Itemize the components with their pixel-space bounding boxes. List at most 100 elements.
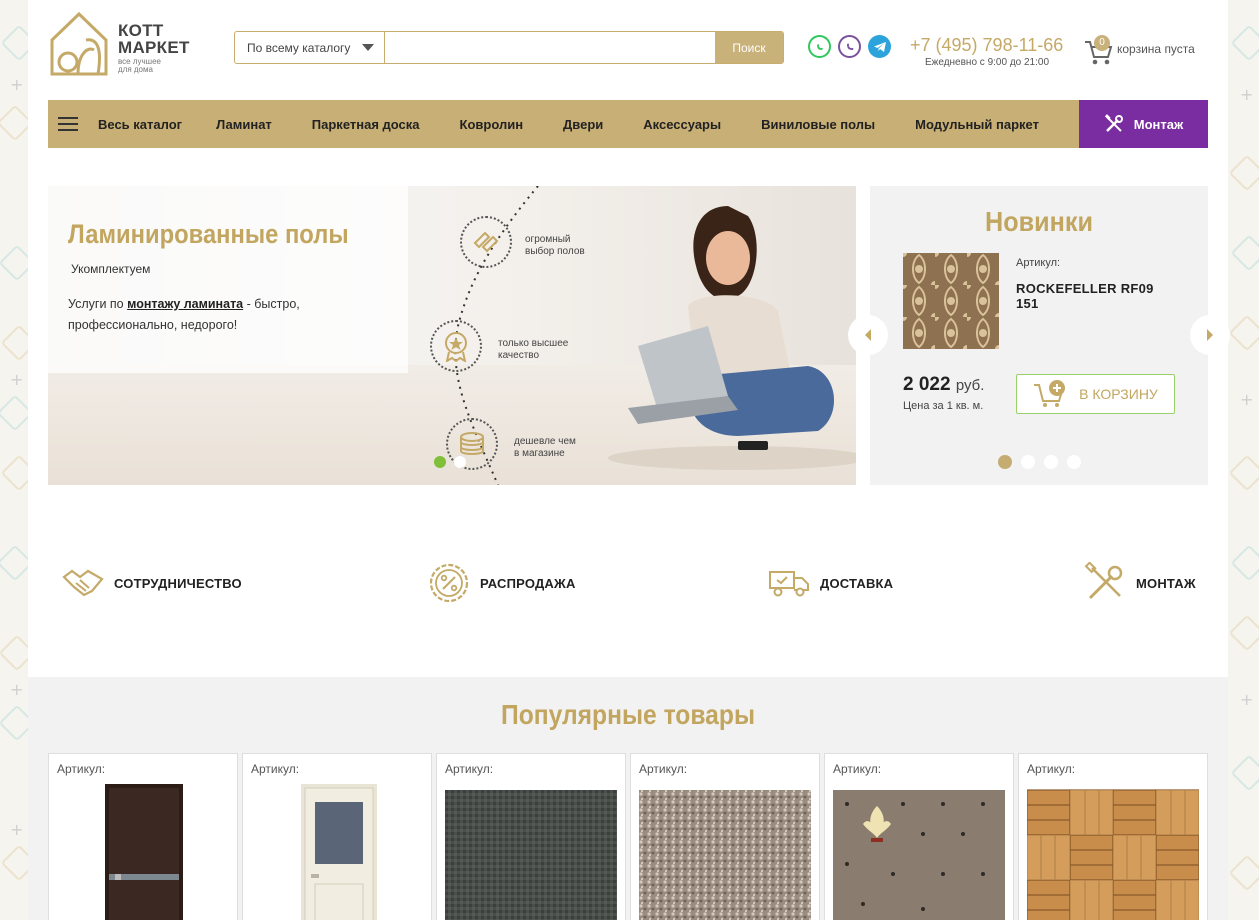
- main-nav: Весь каталог Ламинат Паркетная доска Ков…: [48, 100, 1208, 148]
- handshake-icon: [62, 569, 104, 597]
- nav-item-carpet[interactable]: Ковролин: [460, 117, 524, 132]
- banner-pagination: [434, 456, 466, 468]
- working-hours: Ежедневно с 9:00 до 21:00: [925, 57, 1050, 68]
- phone-number[interactable]: +7 (495) 798-11-66: [910, 35, 1070, 56]
- banner-dot-1[interactable]: [434, 456, 446, 468]
- nav-item-vinyl[interactable]: Виниловые полы: [761, 117, 875, 132]
- add-to-cart-label: В КОРЗИНУ: [1079, 386, 1158, 402]
- slider-prev-button[interactable]: [848, 315, 888, 355]
- add-to-cart-button[interactable]: В КОРЗИНУ: [1016, 374, 1175, 414]
- product-card[interactable]: Артикул:: [242, 753, 432, 920]
- logo-title: КОТТ МАРКЕТ: [118, 21, 190, 57]
- product-price: 2 022 руб.: [903, 374, 985, 395]
- popular-products-title: Популярные товары: [500, 699, 755, 730]
- beige-carpet-image: [639, 790, 811, 920]
- nav-mount-button[interactable]: Монтаж: [1079, 100, 1208, 148]
- nov-dot-3[interactable]: [1044, 455, 1058, 469]
- nov-dot-4[interactable]: [1067, 455, 1081, 469]
- new-arrivals-title: Новинки: [985, 206, 1093, 237]
- search-bar: По всему каталогу Поиск: [234, 31, 784, 64]
- cart-status: корзина пуста: [1117, 42, 1195, 56]
- nav-item-parquet[interactable]: Паркетная доска: [312, 117, 420, 132]
- carpet-product-image[interactable]: [903, 253, 999, 349]
- article-label: Артикул:: [1016, 257, 1061, 269]
- telegram-icon[interactable]: [868, 35, 891, 58]
- cart-widget[interactable]: 0 корзина пуста: [1084, 35, 1214, 65]
- feature-choice: огромный выбор полов: [430, 216, 600, 276]
- promo-banner[interactable]: Ламинированные полы Укомплектуем Услуги …: [48, 186, 856, 485]
- banner-features: огромный выбор полов только высшее качеств…: [430, 216, 600, 485]
- slider-next-button[interactable]: [1190, 315, 1230, 355]
- add-to-cart-icon: [1034, 380, 1066, 407]
- product-card[interactable]: Артикул:: [630, 753, 820, 920]
- popular-products-section: Популярные товары Артикул: Артикул: Арти…: [28, 677, 1228, 920]
- medal-icon: [445, 332, 467, 362]
- header: КОТТ МАРКЕТ все лучшее для дома По всему…: [28, 0, 1228, 100]
- light-door-image: [251, 784, 423, 920]
- nov-dot-2[interactable]: [1021, 455, 1035, 469]
- coins-icon: [460, 432, 484, 455]
- service-mount-label: МОНТАЖ: [1136, 575, 1196, 591]
- product-card[interactable]: Артикул:: [824, 753, 1014, 920]
- left-decor-pattern: + + + +: [0, 0, 30, 920]
- menu-burger-icon[interactable]: [58, 117, 78, 131]
- caret-down-icon: [362, 44, 374, 51]
- mount-laminate-link[interactable]: монтажу ламината: [127, 297, 243, 311]
- chevron-left-icon: [865, 329, 871, 341]
- truck-icon: [769, 571, 809, 597]
- services-row: СОТРУДНИЧЕСТВО РАСПРОДАЖА ДОСТАВКА МОНТА…: [28, 560, 1228, 610]
- product-card[interactable]: Артикул:: [436, 753, 626, 920]
- search-input[interactable]: [385, 32, 715, 63]
- nav-item-modular-parquet[interactable]: Модульный паркет: [915, 117, 1039, 132]
- cart-count-badge: 0: [1094, 35, 1110, 51]
- chevron-right-icon: [1207, 329, 1213, 341]
- banner-dot-2[interactable]: [454, 456, 466, 468]
- percent-badge-icon: [429, 563, 469, 603]
- parquet-icon: [473, 231, 499, 253]
- page: КОТТ МАРКЕТ все лучшее для дома По всему…: [28, 0, 1230, 920]
- logo-tagline: все лучшее для дома: [118, 57, 161, 74]
- banner-description: Услуги по монтажу ламината - быстро, про…: [68, 297, 300, 332]
- nav-item-catalog[interactable]: Весь каталог: [98, 117, 182, 132]
- product-article-label: Артикул:: [639, 762, 688, 776]
- tools-icon: [1084, 562, 1123, 600]
- house-logo-icon: [50, 11, 108, 76]
- search-button[interactable]: Поиск: [715, 32, 783, 63]
- nov-dot-1[interactable]: [998, 455, 1012, 469]
- patterned-carpet-image: [833, 790, 1005, 920]
- service-delivery-label: ДОСТАВКА: [820, 575, 894, 591]
- products-row: Артикул: Артикул: Артикул: Артикул: Арти…: [48, 753, 1208, 920]
- product-card[interactable]: Артикул:: [1018, 753, 1208, 920]
- logo[interactable]: КОТТ МАРКЕТ все лучшее для дома: [48, 10, 189, 78]
- banner-title: Ламинированные полы: [68, 219, 349, 249]
- product-article-label: Артикул:: [833, 762, 882, 776]
- service-sale-label: РАСПРОДАЖА: [480, 575, 576, 591]
- nav-item-doors[interactable]: Двери: [563, 117, 603, 132]
- whatsapp-icon[interactable]: [808, 35, 831, 58]
- product-article-label: Артикул:: [1027, 762, 1076, 776]
- feature-price: дешевле чем в магазине: [430, 418, 600, 478]
- dark-door-image: [57, 784, 229, 920]
- article-number[interactable]: ROCKEFELLER RF09 151: [1016, 281, 1176, 311]
- service-cooperation-label: СОТРУДНИЧЕСТВО: [114, 575, 242, 591]
- product-card[interactable]: Артикул:: [48, 753, 238, 920]
- messenger-links: [808, 35, 891, 58]
- service-cooperation[interactable]: СОТРУДНИЧЕСТВО: [62, 560, 242, 606]
- service-sale[interactable]: РАСПРОДАЖА: [428, 560, 576, 606]
- nav-mount-label: Монтаж: [1133, 116, 1184, 132]
- search-scope-select[interactable]: По всему каталогу: [235, 32, 385, 63]
- nav-item-laminate[interactable]: Ламинат: [216, 117, 272, 132]
- right-decor-pattern: + + +: [1228, 0, 1259, 920]
- new-arrivals-slider: Новинки Артикул: ROCKEFELLER RF09 151 2 …: [848, 186, 1230, 485]
- banner-textbox: [48, 186, 408, 373]
- feature-quality: только высшее качество: [430, 320, 600, 380]
- new-arrivals-pagination: [998, 455, 1081, 469]
- nav-item-accessories[interactable]: Аксессуары: [643, 117, 721, 132]
- price-unit: Цена за 1 кв. м.: [903, 400, 984, 412]
- parquet-image: [1027, 789, 1199, 920]
- service-mount[interactable]: МОНТАЖ: [1084, 560, 1196, 606]
- product-article-label: Артикул:: [57, 762, 106, 776]
- viber-icon[interactable]: [838, 35, 861, 58]
- service-delivery[interactable]: ДОСТАВКА: [768, 560, 893, 606]
- tools-icon: [1104, 114, 1123, 132]
